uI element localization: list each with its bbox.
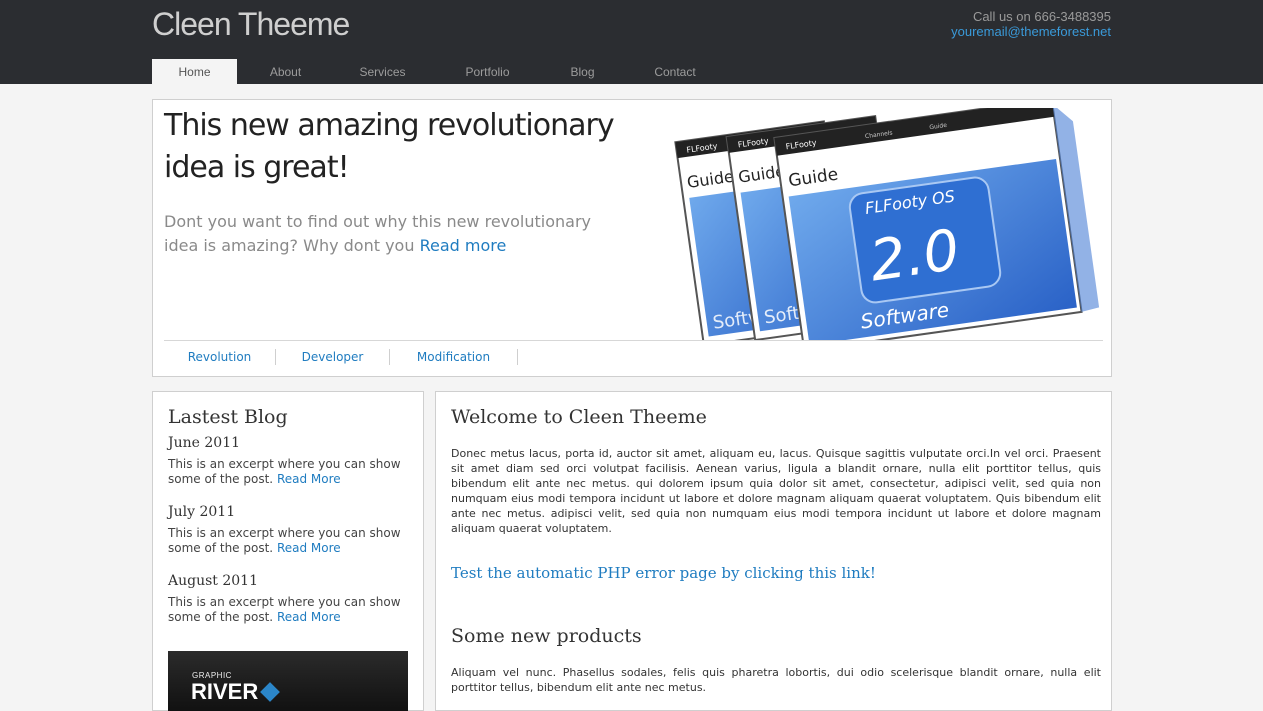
blog-post: June 2011 This is an excerpt where you c…	[168, 435, 413, 487]
banner-arrow-icon	[260, 682, 280, 702]
nav-portfolio[interactable]: Portfolio	[431, 59, 544, 84]
post-date: August 2011	[168, 573, 258, 589]
hero-read-more-link[interactable]: Read more	[420, 236, 507, 255]
post-read-more-link[interactable]: Read More	[277, 541, 341, 555]
blog-post: August 2011 This is an excerpt where you…	[168, 573, 413, 625]
banner-big-text: RIVER	[191, 679, 259, 704]
nav-blog[interactable]: Blog	[544, 59, 621, 84]
products-title: Some new products	[451, 625, 642, 647]
hero-tab-modification[interactable]: Modification	[390, 349, 518, 365]
contact-info: Call us on 666-3488395 youremail@themefo…	[951, 9, 1111, 39]
hero-subtitle: Dont you want to find out why this new r…	[164, 210, 604, 258]
contact-phone: Call us on 666-3488395	[972, 9, 1111, 24]
hero-divider	[164, 340, 1103, 341]
latest-blog-title: Lastest Blog	[168, 406, 288, 428]
post-excerpt: This is an excerpt where you can show so…	[168, 526, 413, 556]
blog-post: July 2011 This is an excerpt where you c…	[168, 504, 413, 556]
post-date: July 2011	[168, 504, 236, 520]
main-nav: Home About Services Portfolio Blog Conta…	[152, 59, 729, 84]
products-text: Aliquam vel nunc. Phasellus sodales, fel…	[451, 666, 1101, 694]
box3-version-text: 2.0	[866, 218, 963, 295]
main-content-panel: Welcome to Cleen Theeme Donec metus lacu…	[435, 391, 1112, 711]
post-excerpt: This is an excerpt where you can show so…	[168, 595, 413, 625]
site-header: Cleen Theeme Call us on 666-3488395 your…	[0, 0, 1263, 84]
hero-subtitle-text: Dont you want to find out why this new r…	[164, 212, 592, 255]
nav-contact[interactable]: Contact	[621, 59, 729, 84]
graphicriver-banner[interactable]: GRAPHIC RIVER	[168, 651, 408, 711]
hero-tab-developer[interactable]: Developer	[276, 349, 390, 365]
hero-slider: This new amazing revolutionary idea is g…	[152, 99, 1112, 377]
hero-tab-revolution[interactable]: Revolution	[164, 349, 276, 365]
nav-home[interactable]: Home	[152, 59, 237, 84]
post-read-more-link[interactable]: Read More	[277, 472, 341, 486]
post-excerpt: This is an excerpt where you can show so…	[168, 457, 413, 487]
software-box-image: FLFooty Guide Software FLFooty Guide Sof…	[674, 108, 1100, 340]
nav-about[interactable]: About	[237, 59, 334, 84]
welcome-title: Welcome to Cleen Theeme	[451, 406, 707, 428]
hero-title: This new amazing revolutionary idea is g…	[164, 108, 615, 185]
hero-tabs: Revolution Developer Modification	[164, 349, 518, 365]
site-logo[interactable]: Cleen Theeme	[152, 6, 350, 43]
post-date: June 2011	[168, 435, 241, 451]
latest-blog-panel: Lastest Blog June 2011 This is an excerp…	[152, 391, 424, 711]
php-error-link[interactable]: Test the automatic PHP error page by cli…	[451, 564, 876, 582]
post-read-more-link[interactable]: Read More	[277, 610, 341, 624]
nav-services[interactable]: Services	[334, 59, 431, 84]
contact-email-link[interactable]: youremail@themeforest.net	[951, 24, 1111, 39]
welcome-text: Donec metus lacus, porta id, auctor sit …	[451, 447, 1101, 535]
